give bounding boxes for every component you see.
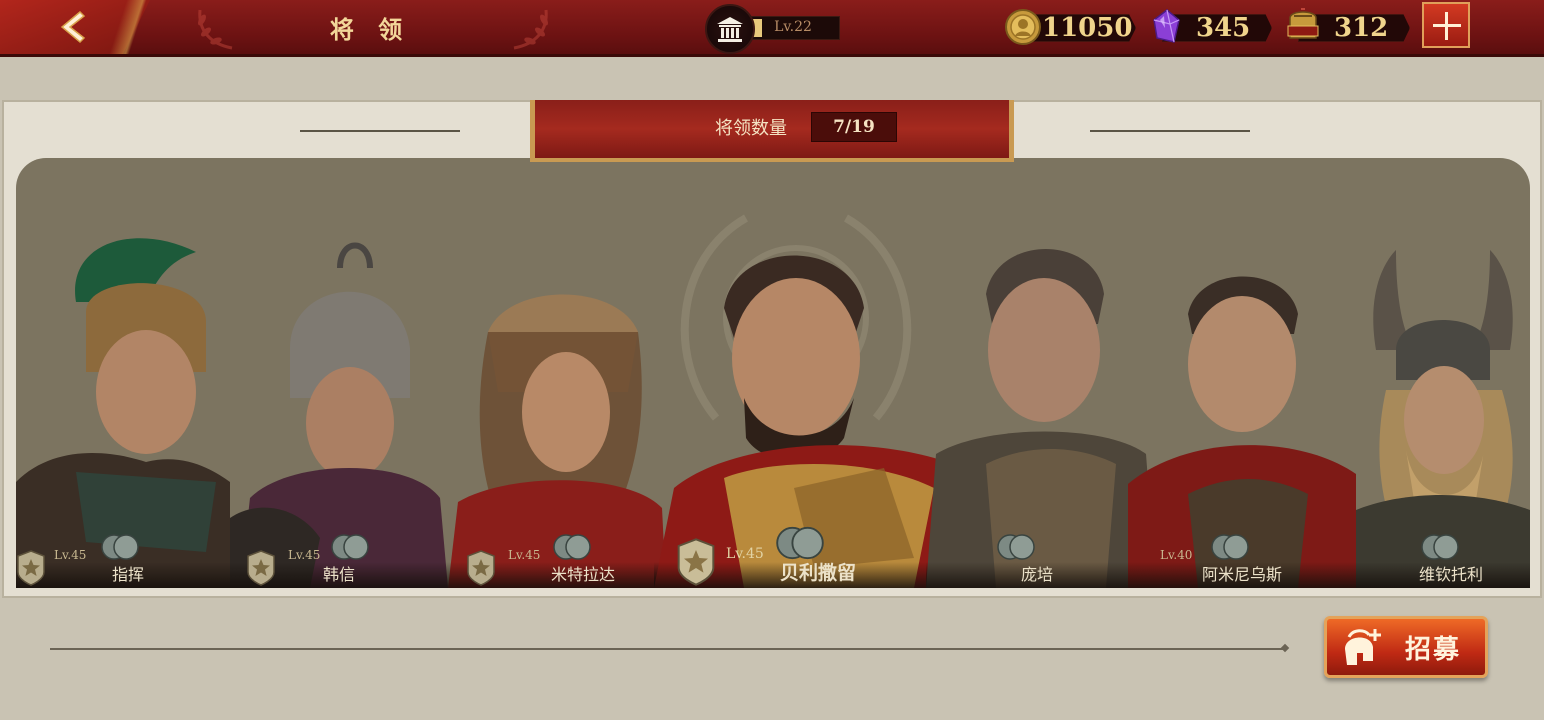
general-count-value: 7/19 [811, 112, 897, 142]
general-level-1: Lv.45 [54, 548, 87, 562]
top-bar: 将 领 Lv.22 11050 345 312 [0, 0, 1544, 57]
general-name-1: 指挥 [112, 565, 145, 584]
city-level-label: Lv.22 [774, 19, 812, 35]
spqr-helmet-icon [1287, 8, 1319, 39]
general-name-5: 庞培 [1020, 565, 1053, 584]
panel-divider-left [300, 130, 460, 132]
recruit-label: 招募 [1405, 635, 1462, 665]
gold-coin-icon [1005, 9, 1041, 45]
general-count-label: 将领数量 [715, 118, 787, 139]
skill-coins-icon [776, 526, 824, 560]
skill-coins-icon [1211, 534, 1249, 560]
general-portrait-5 [926, 249, 1156, 588]
general-name-7: 维钦托利 [1418, 565, 1483, 584]
spqr-resource[interactable]: 312 [1284, 8, 1410, 46]
spqr-value: 312 [1334, 13, 1389, 43]
gem-value: 345 [1196, 13, 1251, 43]
general-level-6: Lv.40 [1160, 548, 1193, 562]
general-level-2: Lv.45 [288, 548, 321, 562]
general-card-3[interactable]: Lv.45 米特拉达 [448, 272, 666, 588]
skill-coins-icon [553, 534, 591, 560]
spartan-helmet-plus-icon [1345, 629, 1381, 665]
skill-coins-icon [997, 534, 1035, 560]
gold-value: 11050 [1042, 13, 1133, 43]
city-level-bar[interactable]: Lv.22 [746, 16, 840, 40]
generals-roster: Lv.45 指挥 Lv.45 韩信 Lv.45 米特拉达 Lv.45 贝利撒留 … [16, 158, 1530, 588]
general-level-3: Lv.45 [508, 548, 541, 562]
temple-glyph [717, 17, 743, 42]
laurel-right-icon [513, 9, 548, 50]
general-card-2[interactable]: Lv.45 韩信 [230, 238, 448, 588]
skill-coins-icon [1421, 534, 1459, 560]
skill-coins-icon [331, 534, 369, 560]
gem-resource[interactable]: 345 [1148, 8, 1272, 46]
panel-divider-right [1090, 130, 1250, 132]
general-card-7[interactable]: 维钦托利 [1356, 250, 1530, 588]
bottom-divider [50, 648, 1286, 650]
general-name-3: 米特拉达 [550, 565, 615, 584]
general-name-2: 韩信 [322, 565, 355, 584]
temple-icon[interactable] [705, 4, 755, 54]
skill-coins-icon [101, 534, 139, 560]
back-chevron-icon [60, 10, 86, 44]
purple-gem-icon [1153, 9, 1180, 43]
rank-star-badge-icon [17, 550, 45, 586]
page-title: 将 领 [329, 15, 411, 44]
plus-icon[interactable] [1422, 2, 1470, 48]
generals-panel: Lv.45 指挥 Lv.45 韩信 Lv.45 米特拉达 Lv.45 贝利撒留 … [2, 100, 1542, 598]
general-card-1[interactable]: Lv.45 指挥 [16, 222, 230, 588]
recruit-button[interactable]: 招募 [1324, 616, 1488, 678]
laurel-left-icon [198, 9, 233, 50]
general-count-banner: 将领数量 7/19 [530, 100, 1014, 162]
gold-resource[interactable]: 11050 [1004, 8, 1136, 46]
general-card-5[interactable]: 庞培 [926, 234, 1156, 588]
general-card-6[interactable]: Lv.40 阿米尼乌斯 [1128, 264, 1356, 588]
general-name-6: 阿米尼乌斯 [1201, 565, 1282, 584]
